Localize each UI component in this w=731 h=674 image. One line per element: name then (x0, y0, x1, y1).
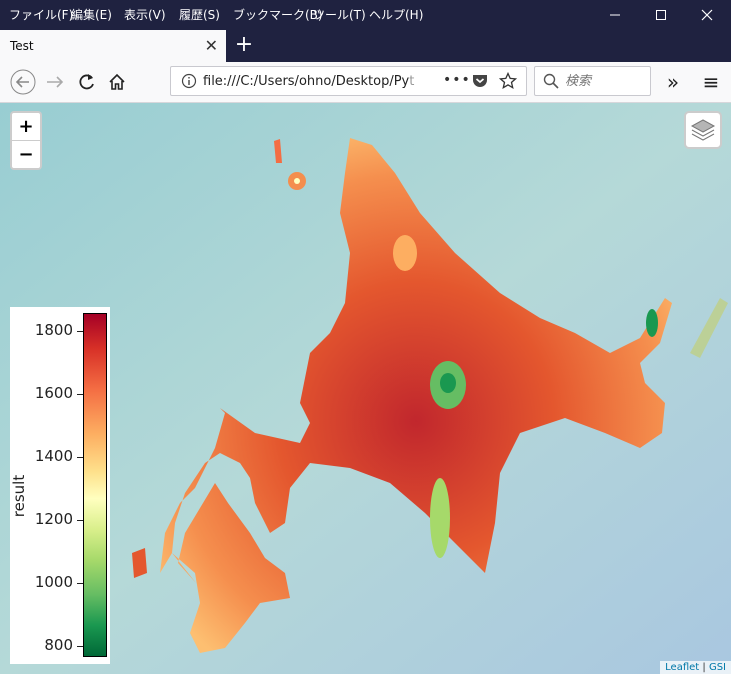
map-attribution: Leaflet | GSI (660, 661, 731, 674)
okushiri-island (132, 548, 147, 578)
rishiri-peak (294, 178, 300, 184)
url-text: file:///C:/Users/ohno/Desktop/Pyt (203, 74, 415, 89)
new-tab-button[interactable]: + (232, 33, 256, 57)
menu-tools[interactable]: ツール(T) (313, 6, 366, 23)
menu-edit[interactable]: 編集(E) (71, 6, 112, 23)
menu-history[interactable]: 履歴(S) (179, 6, 220, 23)
menu-bar: ファイル(F) 編集(E) 表示(V) 履歴(S) ブックマーク(B) ツール(… (0, 0, 731, 28)
home-button[interactable] (104, 69, 130, 95)
menu-button[interactable]: ≡ (698, 69, 724, 95)
maximize-button[interactable] (638, 0, 684, 30)
menu-bookmarks[interactable]: ブックマーク(B) (233, 6, 323, 23)
minimize-button[interactable] (592, 0, 638, 30)
pocket-icon[interactable] (471, 72, 489, 90)
legend-tick-1200: 1200 (34, 510, 73, 528)
close-window-button[interactable] (684, 0, 730, 30)
search-icon (543, 73, 559, 89)
legend-tick-1800: 1800 (34, 321, 73, 339)
menu-help[interactable]: ヘルプ(H) (369, 6, 423, 23)
zoom-in-button[interactable]: + (12, 113, 40, 141)
legend-label: result (10, 474, 29, 518)
legend-color-bar (83, 313, 107, 657)
maximize-icon (656, 10, 666, 20)
back-button[interactable] (10, 69, 36, 95)
zoom-control: + − (10, 111, 42, 170)
tab-test[interactable]: Test ✕ (0, 30, 226, 62)
browser-window: ファイル(F) 編集(E) 表示(V) 履歴(S) ブックマーク(B) ツール(… (0, 0, 731, 674)
layers-control-button[interactable] (684, 111, 722, 149)
layers-icon (690, 119, 716, 141)
legend-tick-1600: 1600 (34, 384, 73, 402)
tab-strip: Test ✕ + (0, 30, 731, 62)
map-view[interactable]: + − result 1800 1600 1400 1200 1000 800 (0, 103, 731, 674)
highland-shiretoko (646, 309, 658, 337)
zoom-out-button[interactable]: − (12, 141, 40, 168)
close-icon (701, 9, 713, 21)
highland-hidaka (430, 478, 450, 558)
overflow-button[interactable]: » (660, 69, 686, 95)
highland-daisetsu-peak (440, 373, 456, 393)
highland-north (393, 235, 417, 271)
page-actions-button[interactable]: ••• (443, 72, 471, 88)
tab-close-icon[interactable]: ✕ (205, 36, 218, 55)
back-arrow-icon (10, 69, 36, 95)
forward-arrow-icon (47, 76, 64, 88)
legend-tick-1400: 1400 (34, 447, 73, 465)
colorbar-legend: result 1800 1600 1400 1200 1000 800 (10, 307, 110, 664)
forward-button[interactable] (42, 69, 68, 95)
menu-file[interactable]: ファイル(F) (9, 6, 73, 23)
reload-icon (79, 74, 94, 90)
search-bar[interactable] (534, 66, 651, 96)
home-icon (109, 73, 125, 90)
address-bar[interactable]: file:///C:/Users/ohno/Desktop/Pyt ••• (170, 66, 527, 96)
minimize-icon (610, 14, 620, 16)
tab-title: Test (10, 39, 34, 53)
legend-tick-800: 800 (44, 636, 73, 654)
search-input[interactable] (563, 73, 647, 90)
gsi-link[interactable]: GSI (709, 662, 726, 673)
reload-button[interactable] (74, 69, 100, 95)
navigation-toolbar: file:///C:/Users/ohno/Desktop/Pyt ••• » … (0, 62, 731, 103)
bookmark-star-icon[interactable] (499, 72, 517, 90)
attribution-separator: | (699, 662, 709, 673)
menu-view[interactable]: 表示(V) (124, 6, 166, 23)
leaflet-link[interactable]: Leaflet (665, 662, 699, 673)
info-icon[interactable] (181, 73, 197, 89)
legend-tick-1000: 1000 (34, 573, 73, 591)
